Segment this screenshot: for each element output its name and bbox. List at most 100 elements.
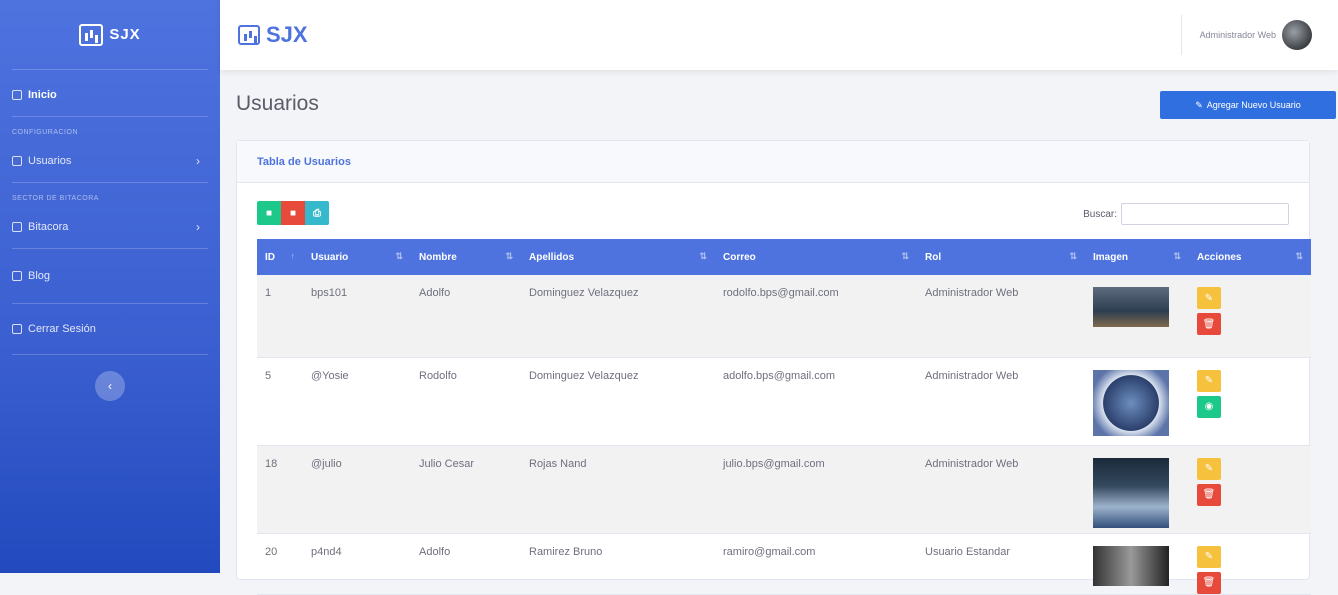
export-pdf-button[interactable]: ■ <box>281 201 305 225</box>
search-label: Buscar: <box>1083 208 1117 220</box>
cell-usuario: @julio <box>311 457 342 470</box>
pencil-icon: ✎ <box>1204 375 1214 386</box>
user-photo <box>1093 457 1169 528</box>
cell-usuario: bps101 <box>311 287 348 299</box>
sort-icon: ⇅ <box>505 251 513 261</box>
table-row: 5 @Yosie Rodolfo Dominguez Velazquez ado… <box>257 357 1311 445</box>
sidebar-item-label: Inicio <box>28 89 57 101</box>
cell-correo: rodolfo.bps@gmail.com <box>723 287 839 299</box>
users-icon <box>12 156 22 166</box>
print-icon: ⎙ <box>313 207 321 219</box>
chevron-right-icon: › <box>196 154 200 168</box>
export-toolbar: ■ ■ ⎙ <box>257 201 329 225</box>
cell-rol: Administrador Web <box>925 457 1019 470</box>
sidebar-item-bitacora[interactable]: Bitacora › <box>0 206 220 248</box>
add-user-label: Agregar Nuevo Usuario <box>1206 100 1301 110</box>
sidebar-item-label: Usuarios <box>28 155 72 167</box>
column-header-usuario[interactable]: Usuario ⇅ <box>303 239 411 275</box>
cell-imagen <box>1085 445 1189 533</box>
user-plus-icon: ✎ <box>1195 99 1203 110</box>
cell-apellidos: Dominguez Velazquez <box>529 287 639 299</box>
table-row: 18 @julio Julio Cesar Rojas Nand julio.b… <box>257 445 1311 533</box>
pencil-icon: ✎ <box>1204 551 1214 562</box>
cell-usuario: @Yosie <box>311 369 349 382</box>
edit-button[interactable]: ✎ <box>1197 369 1221 392</box>
blog-icon <box>12 271 22 281</box>
sidebar-divider <box>12 354 208 355</box>
cell-nombre: Julio Cesar <box>419 457 475 470</box>
pencil-icon: ✎ <box>1204 463 1214 474</box>
edit-button[interactable]: ✎ <box>1197 287 1221 309</box>
column-header-nombre[interactable]: Nombre ⇅ <box>411 239 521 275</box>
column-header-apellidos[interactable]: Apellidos ⇅ <box>521 239 715 275</box>
page-title: Usuarios <box>236 92 319 115</box>
card-title: Tabla de Usuarios <box>237 141 1309 183</box>
edit-button[interactable]: ✎ <box>1197 457 1221 480</box>
cell-id: 5 <box>265 369 272 382</box>
cell-apellidos: Dominguez Velazquez <box>529 369 639 382</box>
column-header-rol[interactable]: Rol ⇅ <box>917 239 1085 275</box>
chevron-left-icon: ‹ <box>108 379 112 393</box>
pencil-icon: ✎ <box>1204 292 1214 304</box>
file-csv-icon: ■ <box>265 207 273 219</box>
delete-button[interactable]: 🗑 <box>1197 571 1221 594</box>
sidebar-item-usuarios[interactable]: Usuarios › <box>0 140 220 182</box>
sidebar-toggle-button[interactable]: ‹ <box>95 371 125 401</box>
cell-id: 1 <box>265 287 272 299</box>
sort-icon: ⇅ <box>699 251 707 261</box>
cell-correo: ramiro@gmail.com <box>723 545 816 558</box>
cell-rol: Administrador Web <box>925 369 1019 382</box>
export-csv-button[interactable]: ■ <box>257 201 281 225</box>
cell-apellidos: Rojas Nand <box>529 457 587 470</box>
column-header-acciones[interactable]: Acciones ⇅ <box>1189 239 1311 275</box>
sidebar-item-blog[interactable]: Blog <box>0 249 220 303</box>
sidebar-brand[interactable]: SJX <box>12 0 208 70</box>
cell-imagen <box>1085 533 1189 594</box>
trash-icon: 🗑 <box>1202 577 1216 588</box>
cell-imagen <box>1085 357 1189 445</box>
home-icon <box>12 90 22 100</box>
chart-logo-icon <box>238 25 260 45</box>
sidebar-item-label: Bitacora <box>28 221 69 233</box>
topbar: SJX Administrador Web <box>220 0 1338 70</box>
table-search: Buscar: <box>1083 203 1289 225</box>
topbar-brand-label: SJX <box>266 22 308 47</box>
avatar <box>1282 20 1312 50</box>
column-header-id[interactable]: ID ↑ <box>257 239 303 275</box>
cell-id: 18 <box>265 457 278 470</box>
sidebar: SJX Inicio CONFIGURACION Usuarios › SECT… <box>0 0 220 573</box>
sort-icon: ⇅ <box>1173 251 1181 261</box>
column-header-correo[interactable]: Correo ⇅ <box>715 239 917 275</box>
users-table: ID ↑ Usuario ⇅ Nombre ⇅ Apellidos ⇅ Correo ⇅ … <box>257 239 1311 595</box>
cell-id: 20 <box>265 545 278 558</box>
cell-apellidos: Ramirez Bruno <box>529 545 603 558</box>
trash-icon: 🗑 <box>1202 318 1216 330</box>
print-button[interactable]: ⎙ <box>305 201 329 225</box>
user-menu[interactable]: Administrador Web <box>1180 15 1312 55</box>
logout-icon <box>12 324 22 334</box>
cell-usuario: p4nd4 <box>311 545 342 558</box>
book-icon <box>12 222 22 232</box>
add-user-button[interactable]: ✎ Agregar Nuevo Usuario <box>1160 91 1336 119</box>
trash-icon: 🗑 <box>1202 489 1216 500</box>
edit-button[interactable]: ✎ <box>1197 545 1221 568</box>
cell-acciones: ✎ 🗑 <box>1189 445 1311 533</box>
sort-icon: ⇅ <box>901 251 909 261</box>
delete-button[interactable]: 🗑 <box>1197 313 1221 335</box>
cell-nombre: Adolfo <box>419 545 451 558</box>
cell-nombre: Rodolfo <box>419 369 457 382</box>
column-header-imagen[interactable]: Imagen ⇅ <box>1085 239 1189 275</box>
view-button[interactable]: ◉ <box>1197 395 1221 418</box>
delete-button[interactable]: 🗑 <box>1197 483 1221 506</box>
cell-correo: adolfo.bps@gmail.com <box>723 369 836 382</box>
cell-rol: Administrador Web <box>925 287 1019 299</box>
search-input[interactable] <box>1121 203 1289 225</box>
cell-acciones: ✎ 🗑 <box>1189 275 1311 357</box>
topbar-brand[interactable]: SJX <box>238 22 308 48</box>
cell-acciones: ✎ 🗑 <box>1189 533 1311 594</box>
table-row: 20 p4nd4 Adolfo Ramirez Bruno ramiro@gma… <box>257 533 1311 594</box>
sort-asc-icon: ↑ <box>290 251 296 261</box>
chevron-right-icon: › <box>196 220 200 234</box>
sidebar-item-inicio[interactable]: Inicio <box>0 74 220 116</box>
sidebar-item-logout[interactable]: Cerrar Sesión <box>0 304 220 354</box>
